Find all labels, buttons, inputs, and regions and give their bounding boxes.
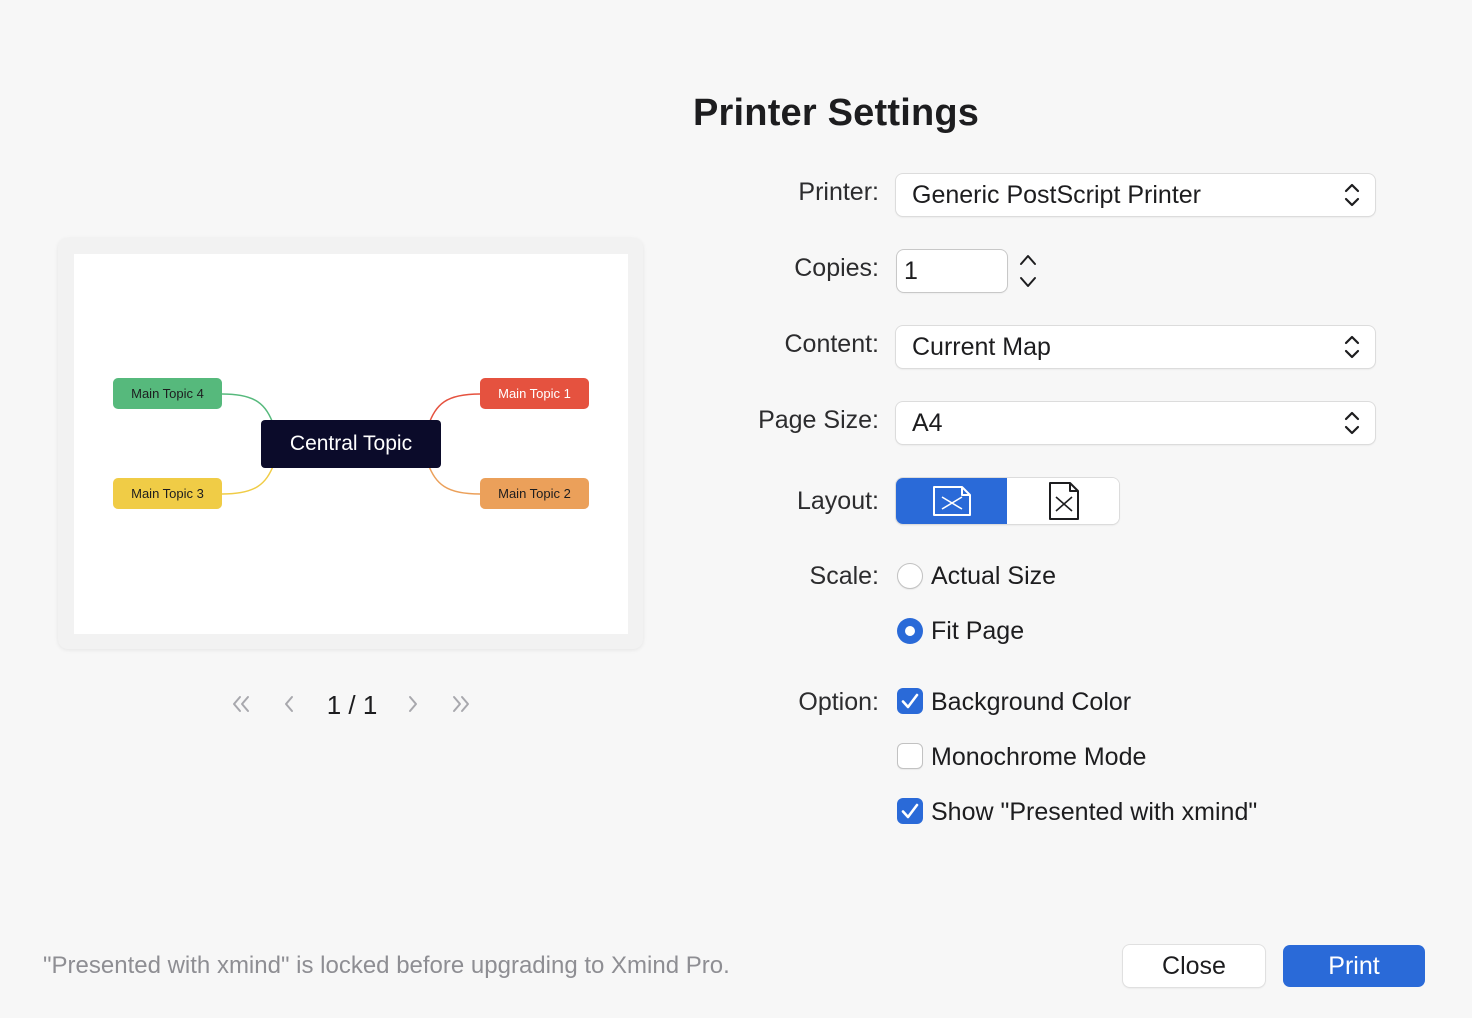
copies-stepper[interactable] (1016, 250, 1040, 292)
print-preview-page: Central Topic Main Topic 1 Main Topic 2 … (74, 254, 628, 634)
monochrome-mode-label: Monochrome Mode (931, 743, 1147, 771)
page-navigator: 1 / 1 (226, 684, 476, 724)
layout-segmented-control (896, 478, 1119, 524)
layout-portrait-button[interactable] (1008, 478, 1119, 524)
next-page-button[interactable] (398, 684, 428, 724)
mindmap-main-topic-3: Main Topic 3 (113, 478, 222, 509)
scale-fit-page-radio[interactable] (897, 618, 923, 644)
print-preview-card: Central Topic Main Topic 1 Main Topic 2 … (58, 238, 643, 649)
scale-label: Scale: (809, 562, 879, 590)
copies-decrement-button[interactable] (1016, 271, 1040, 292)
close-button[interactable]: Close (1123, 945, 1265, 987)
double-chevron-left-icon (233, 696, 249, 712)
printer-select[interactable]: Generic PostScript Printer (896, 174, 1375, 216)
chevron-up-down-icon (1344, 183, 1360, 207)
scale-fit-page-label: Fit Page (931, 617, 1025, 645)
chevron-up-down-icon (1344, 411, 1360, 435)
mindmap-central-topic: Central Topic (261, 420, 441, 468)
first-page-button[interactable] (226, 684, 256, 724)
portrait-page-icon (1048, 482, 1079, 520)
upgrade-note: "Presented with xmind" is locked before … (43, 952, 730, 979)
chevron-up-icon (1020, 255, 1036, 265)
background-color-label: Background Color (931, 688, 1132, 716)
scale-actual-size-radio[interactable] (897, 563, 923, 589)
content-label: Content: (784, 330, 879, 358)
page-indicator: 1 / 1 (326, 690, 378, 720)
chevron-down-icon (1020, 277, 1036, 287)
copies-input[interactable]: 1 (897, 250, 1007, 292)
page-size-select-value: A4 (912, 408, 943, 437)
checkmark-icon (901, 693, 919, 709)
content-select[interactable]: Current Map (896, 326, 1375, 368)
show-presented-with-xmind-label: Show "Presented with xmind" (931, 798, 1258, 826)
mindmap-main-topic-4: Main Topic 4 (113, 378, 222, 409)
chevron-right-icon (409, 696, 417, 712)
show-presented-with-xmind-checkbox[interactable] (897, 798, 923, 824)
double-chevron-right-icon (453, 696, 469, 712)
previous-page-button[interactable] (274, 684, 304, 724)
scale-actual-size-label: Actual Size (931, 562, 1057, 590)
landscape-page-icon (932, 486, 971, 516)
mindmap-main-topic-2: Main Topic 2 (480, 478, 589, 509)
option-label: Option: (798, 688, 879, 716)
chevron-up-down-icon (1344, 335, 1360, 359)
background-color-checkbox[interactable] (897, 688, 923, 714)
copies-label: Copies: (794, 254, 879, 282)
page-size-label: Page Size: (758, 406, 879, 434)
chevron-left-icon (285, 696, 293, 712)
last-page-button[interactable] (446, 684, 476, 724)
checkmark-icon (901, 803, 919, 819)
print-button[interactable]: Print (1283, 945, 1425, 987)
mindmap-main-topic-1: Main Topic 1 (480, 378, 589, 409)
layout-landscape-button[interactable] (896, 478, 1007, 524)
layout-label: Layout: (796, 487, 879, 515)
copies-increment-button[interactable] (1016, 250, 1040, 271)
page-size-select[interactable]: A4 (896, 402, 1375, 444)
monochrome-mode-checkbox[interactable] (897, 743, 923, 769)
dialog-title: Printer Settings (693, 92, 980, 134)
printer-select-value: Generic PostScript Printer (912, 180, 1201, 209)
printer-label: Printer: (798, 178, 879, 206)
content-select-value: Current Map (912, 332, 1051, 361)
